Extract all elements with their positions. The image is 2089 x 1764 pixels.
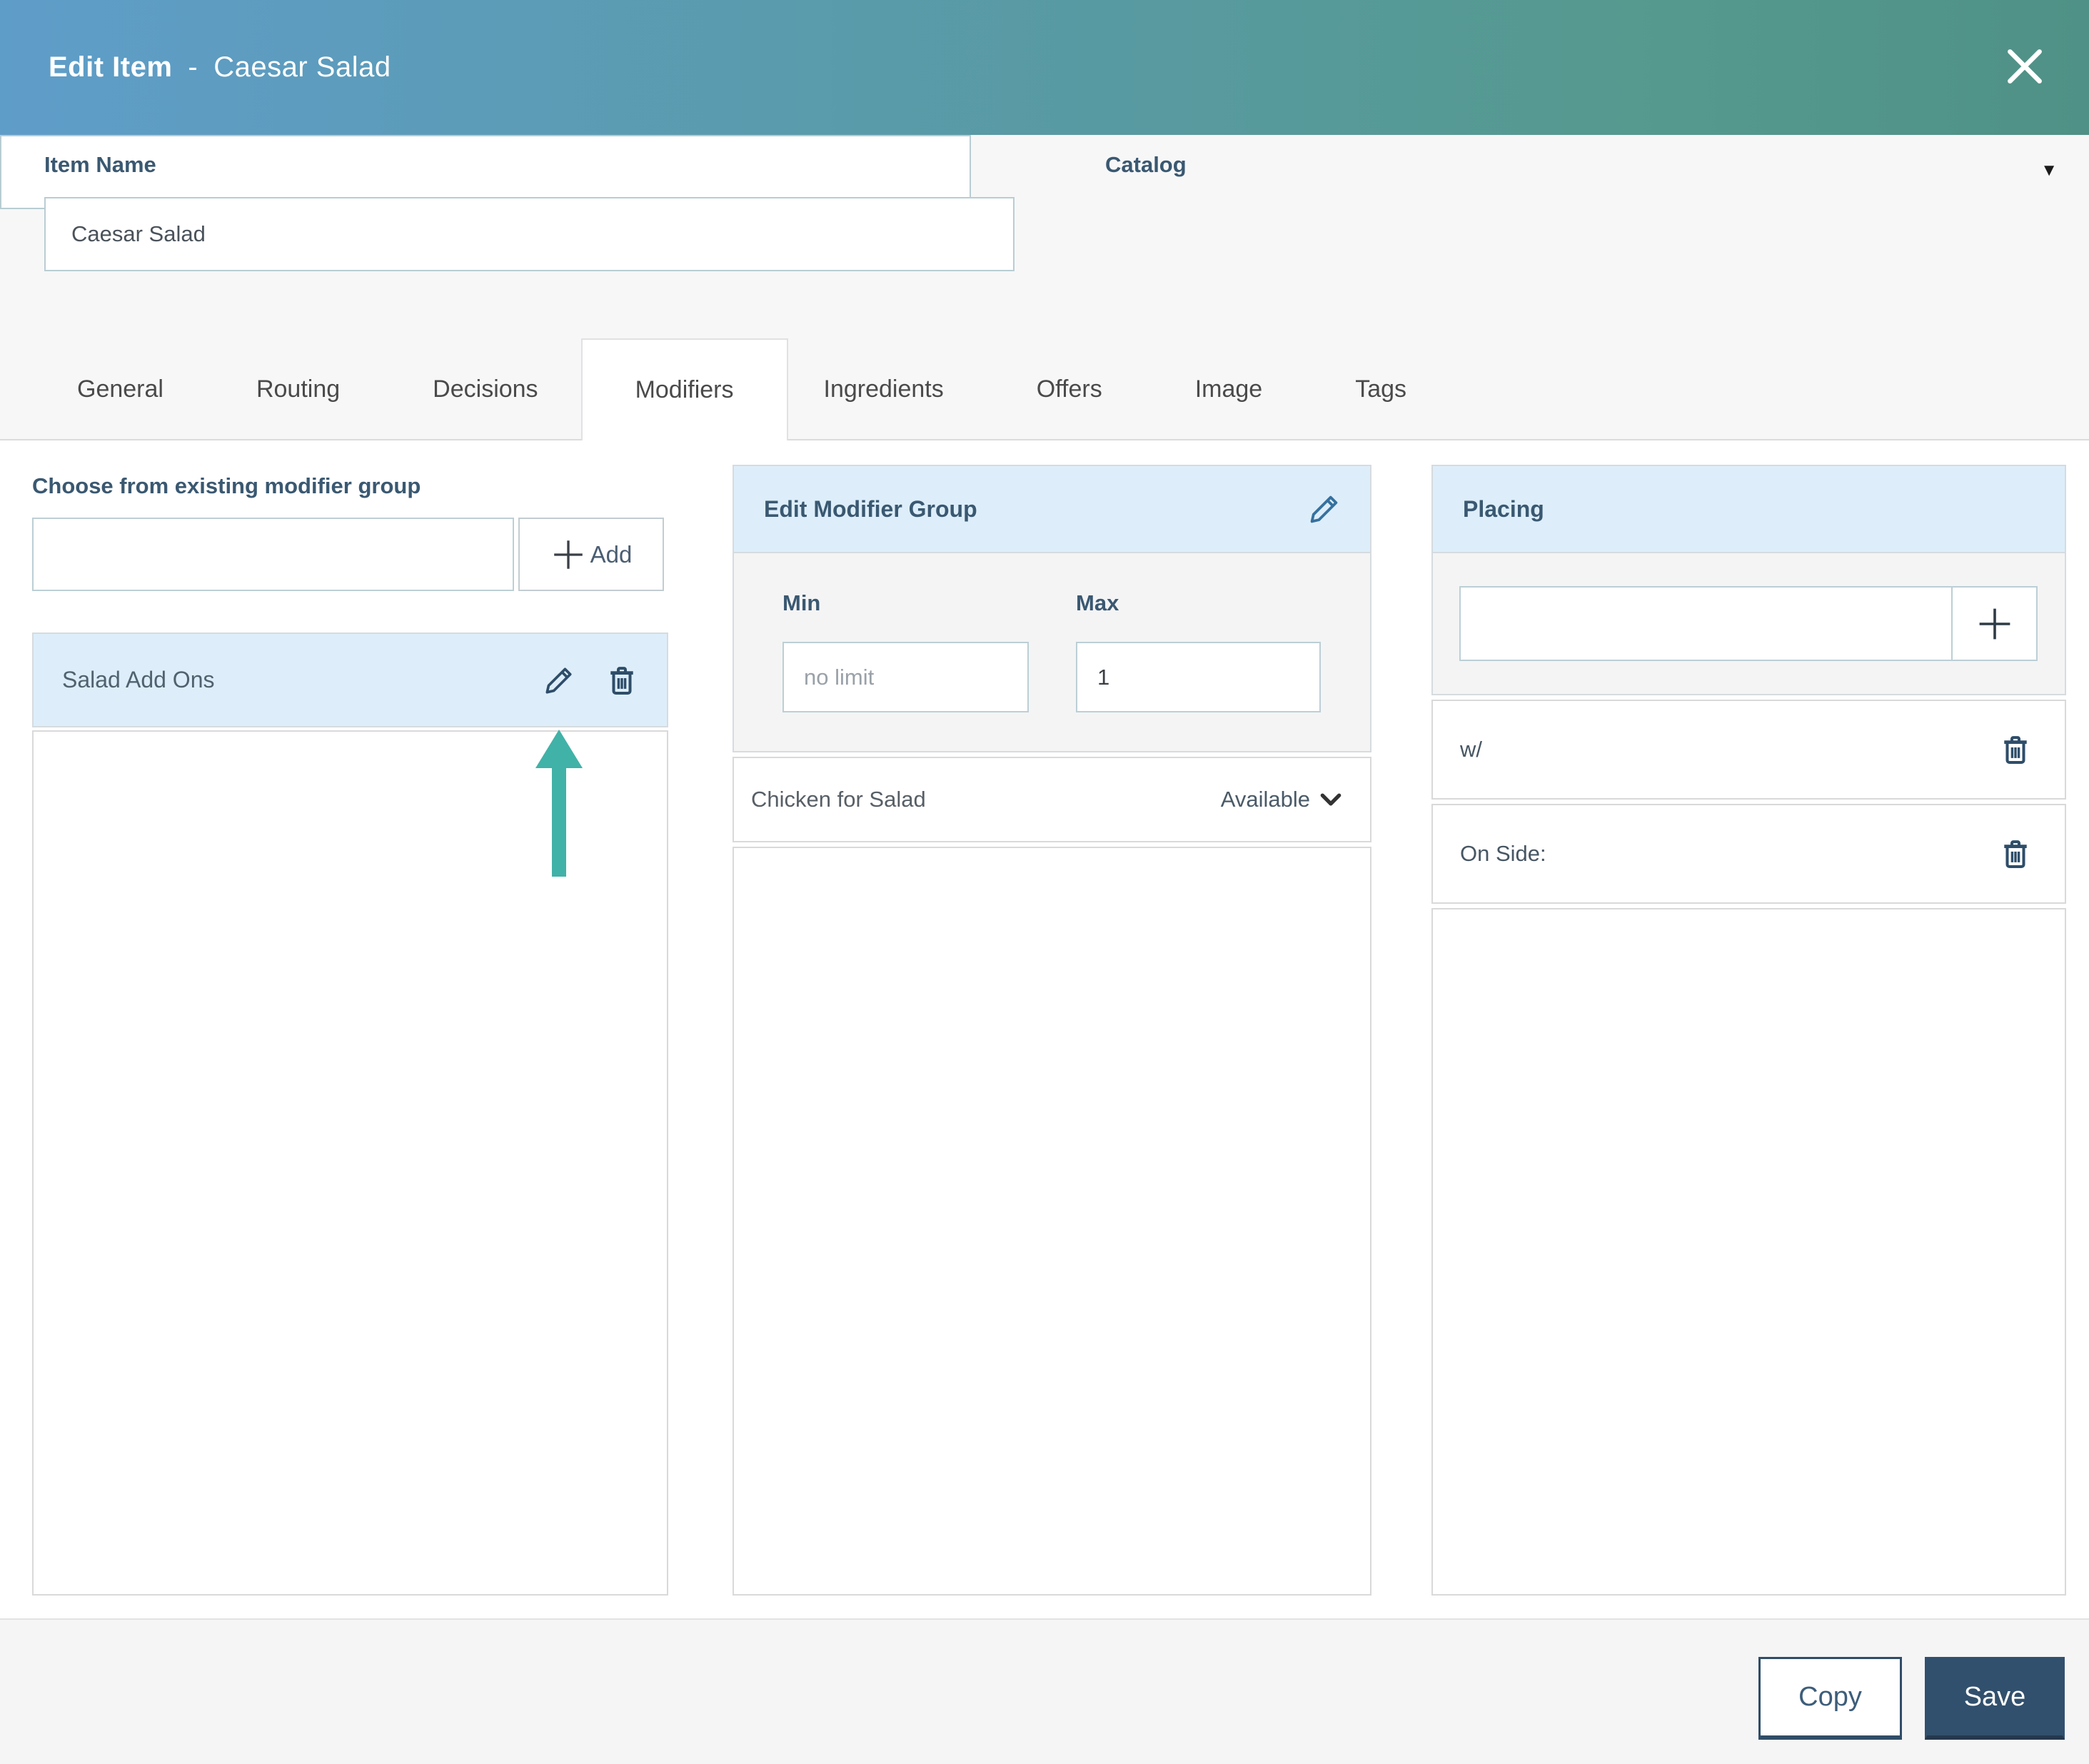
modal-header: Edit Item - Caesar Salad bbox=[0, 0, 2089, 135]
tab-image[interactable]: Image bbox=[1195, 376, 1263, 403]
modifier-status-label: Available bbox=[1220, 787, 1310, 812]
tab-general[interactable]: General bbox=[77, 376, 163, 403]
modifier-list-panel bbox=[733, 847, 1371, 1596]
choose-modifier-group-label: Choose from existing modifier group bbox=[32, 473, 421, 498]
placing-row: On Side: bbox=[1431, 804, 2066, 904]
item-name-label: Item Name bbox=[44, 152, 156, 177]
tab-bar: General Routing Decisions Modifiers Ingr… bbox=[77, 338, 2089, 440]
footer-bar: Copy Save bbox=[0, 1618, 2089, 1764]
edit-modifier-group-title: Edit Modifier Group bbox=[764, 495, 977, 522]
placing-header: Placing bbox=[1433, 466, 2065, 553]
pencil-icon[interactable] bbox=[543, 664, 575, 697]
tab-tags[interactable]: Tags bbox=[1355, 376, 1406, 403]
add-modifier-group-button[interactable]: Add bbox=[518, 518, 664, 591]
trash-icon[interactable] bbox=[605, 664, 638, 697]
min-label: Min bbox=[782, 590, 821, 615]
tab-offers[interactable]: Offers bbox=[1037, 376, 1102, 403]
chevron-down-icon bbox=[1320, 792, 1342, 807]
modal-title-item-name: Caesar Salad bbox=[213, 51, 391, 83]
placing-name: w/ bbox=[1460, 737, 1482, 762]
min-field[interactable] bbox=[782, 642, 1029, 712]
tab-decisions[interactable]: Decisions bbox=[433, 376, 538, 403]
modifier-group-search-input[interactable] bbox=[32, 518, 514, 591]
modifier-row: Chicken for Salad Available bbox=[733, 757, 1371, 842]
edit-item-modal: Edit Item - Caesar Salad Item Name Catal… bbox=[0, 0, 2089, 1764]
copy-button[interactable]: Copy bbox=[1758, 1657, 1902, 1740]
placing-row: w/ bbox=[1431, 700, 2066, 800]
pencil-icon[interactable] bbox=[1307, 492, 1342, 526]
placing-panel: Placing bbox=[1431, 465, 2066, 695]
item-name-field[interactable] bbox=[44, 197, 1015, 271]
placing-input[interactable] bbox=[1461, 588, 1951, 660]
tab-routing[interactable]: Routing bbox=[256, 376, 340, 403]
tab-ingredients[interactable]: Ingredients bbox=[824, 376, 944, 403]
modifier-group-row: Salad Add Ons bbox=[32, 632, 668, 727]
plus-icon bbox=[550, 537, 586, 573]
add-button-label: Add bbox=[590, 540, 633, 568]
modifier-status-dropdown[interactable]: Available bbox=[1221, 787, 1342, 812]
caret-down-icon: ▼ bbox=[2040, 161, 2058, 180]
add-placing-button[interactable] bbox=[1951, 588, 2036, 660]
tab-modifiers-label: Modifiers bbox=[635, 376, 734, 403]
catalog-label: Catalog bbox=[1105, 152, 1187, 177]
max-label: Max bbox=[1076, 590, 1119, 615]
top-section: Item Name Catalog ▼ General Routing Deci… bbox=[0, 135, 2089, 440]
placing-add-section bbox=[1433, 553, 2065, 694]
max-field[interactable] bbox=[1076, 642, 1321, 712]
modal-title-separator: - bbox=[188, 51, 198, 83]
modifier-name: Chicken for Salad bbox=[751, 787, 926, 812]
edit-modifier-group-panel: Edit Modifier Group Min Max bbox=[733, 465, 1371, 752]
placing-title: Placing bbox=[1463, 495, 1544, 522]
plus-icon bbox=[1975, 605, 2014, 643]
min-max-section: Min Max bbox=[734, 553, 1370, 751]
tab-modifiers[interactable]: Modifiers bbox=[580, 338, 788, 440]
modifier-group-list-panel bbox=[32, 730, 668, 1596]
edit-modifier-group-header: Edit Modifier Group bbox=[734, 466, 1370, 553]
placing-list-panel bbox=[1431, 908, 2066, 1596]
close-icon[interactable] bbox=[2001, 43, 2048, 90]
placing-input-group bbox=[1459, 586, 2038, 661]
trash-icon[interactable] bbox=[1999, 837, 2032, 870]
modal-title-prefix: Edit Item bbox=[49, 51, 173, 83]
modifier-group-name: Salad Add Ons bbox=[62, 667, 215, 692]
modal-title: Edit Item - Caesar Salad bbox=[49, 0, 391, 135]
placing-name: On Side: bbox=[1460, 841, 1546, 866]
trash-icon[interactable] bbox=[1999, 733, 2032, 766]
save-button[interactable]: Save bbox=[1925, 1657, 2065, 1740]
